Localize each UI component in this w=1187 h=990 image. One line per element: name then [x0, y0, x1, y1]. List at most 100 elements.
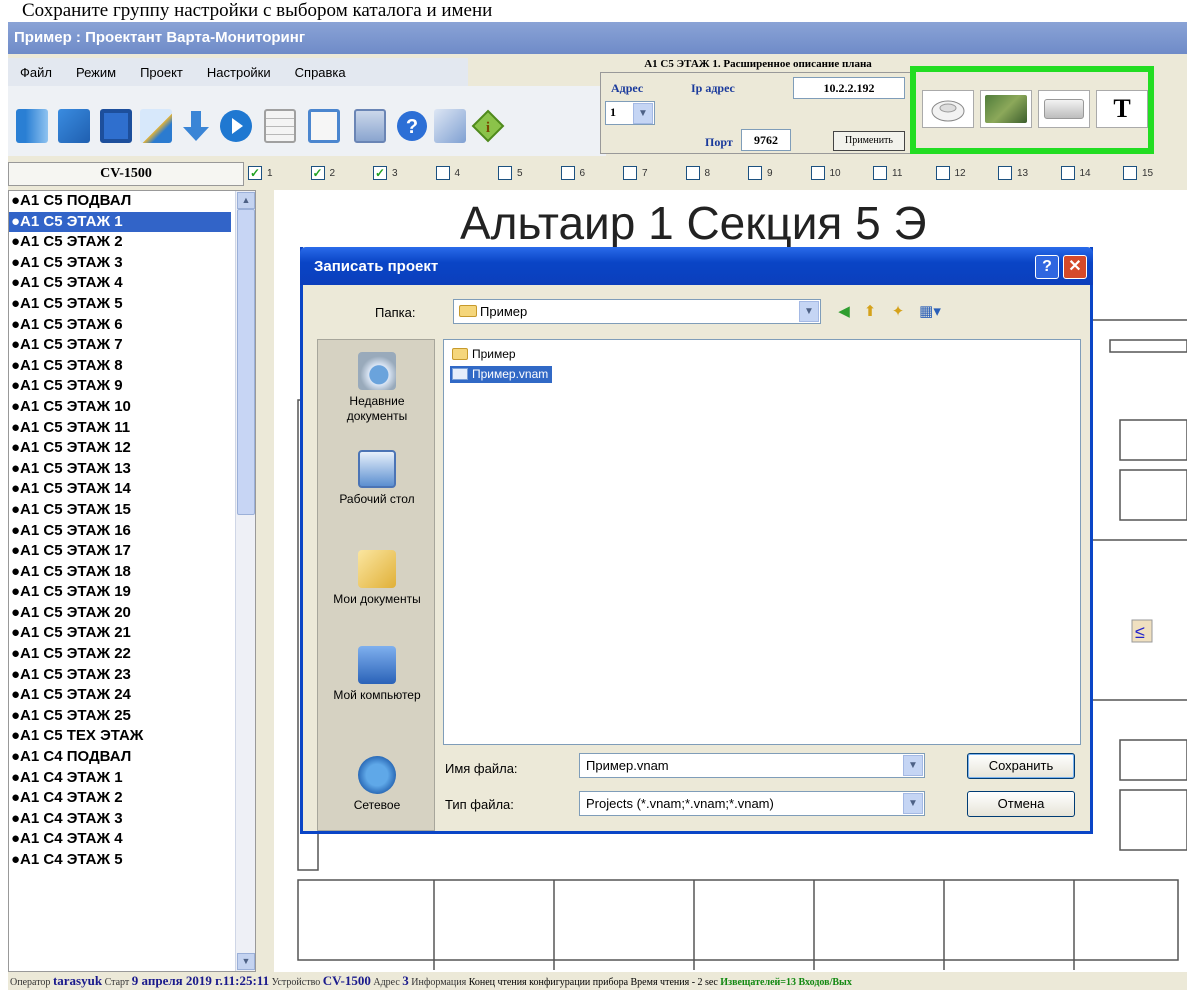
place-desktop[interactable]: Рабочий стол	[318, 450, 436, 507]
floor-item[interactable]: ●А1 С5 ЭТАЖ 11	[9, 418, 255, 439]
checkbox-box[interactable]	[810, 166, 825, 180]
floor-item[interactable]: ●А1 С4 ЭТАЖ 3	[9, 809, 255, 830]
floor-item[interactable]: ●А1 С5 ЭТАЖ 12	[9, 438, 255, 459]
scroll-down-icon[interactable]: ▼	[237, 953, 255, 970]
chevron-down-icon[interactable]: ▼	[799, 301, 819, 322]
ip-field[interactable]: 10.2.2.192	[793, 77, 905, 99]
floor-item[interactable]: ●А1 С5 ЭТАЖ 10	[9, 397, 255, 418]
menu-file[interactable]: Файл	[8, 65, 64, 80]
channel-checkbox[interactable]: ✓ 1	[248, 166, 273, 180]
filetype-select[interactable]: Projects (*.vnam;*.vnam;*.vnam) ▼	[579, 791, 925, 816]
checkbox-box[interactable]	[1060, 166, 1075, 180]
floor-item[interactable]: ●А1 С5 ЭТАЖ 3	[9, 253, 255, 274]
monitor-settings-icon[interactable]	[350, 106, 390, 146]
file-item[interactable]: Пример.vnam	[450, 366, 553, 383]
channel-checkbox[interactable]: 12	[935, 166, 966, 180]
floor-item[interactable]: ●А1 С5 ЭТАЖ 6	[9, 315, 255, 336]
back-icon[interactable]: ◀	[833, 301, 855, 323]
address-select[interactable]: 1 ▼	[605, 101, 655, 125]
new-folder-icon[interactable]: ✦	[887, 301, 909, 323]
channel-checkbox[interactable]: 11	[873, 166, 902, 180]
floor-item[interactable]: ●А1 С5 ЭТАЖ 18	[9, 562, 255, 583]
place-my-computer[interactable]: Мой компьютер	[318, 646, 436, 703]
channel-checkbox[interactable]: 6	[560, 166, 585, 180]
floor-item[interactable]: ●А1 С5 ЭТАЖ 25	[9, 706, 255, 727]
floor-item[interactable]: ●А1 С5 ЭТАЖ 4	[9, 273, 255, 294]
floor-item[interactable]: ●А1 С5 ЭТАЖ 5	[9, 294, 255, 315]
play-icon[interactable]	[216, 106, 256, 146]
checkmark-icon[interactable]: ✓	[248, 166, 262, 180]
download-arrow-icon[interactable]	[176, 106, 216, 146]
floor-item[interactable]: ●А1 С5 ЭТАЖ 9	[9, 376, 255, 397]
floor-item[interactable]: ●А1 С5 ЭТАЖ 21	[9, 623, 255, 644]
network-computer-icon[interactable]	[430, 106, 470, 146]
channel-checkbox[interactable]: 7	[623, 166, 648, 180]
floor-item[interactable]: ●А1 С5 ПОДВАЛ	[9, 191, 255, 212]
place-network[interactable]: Сетевое	[318, 756, 436, 813]
floor-item[interactable]: ●А1 С5 ЭТАЖ 19	[9, 582, 255, 603]
edit-pencil-icon[interactable]	[136, 106, 176, 146]
checkbox-box[interactable]	[1123, 166, 1137, 180]
scroll-up-icon[interactable]: ▲	[237, 192, 255, 209]
checkbox-box[interactable]	[873, 166, 887, 180]
module-icon[interactable]	[1038, 90, 1090, 128]
channel-checkbox[interactable]: 4	[435, 166, 460, 180]
table-icon[interactable]	[260, 106, 300, 146]
clipboard-icon[interactable]	[304, 106, 344, 146]
checkbox-box[interactable]	[935, 166, 950, 180]
place-recent[interactable]: Недавние документы	[318, 352, 436, 424]
apply-button[interactable]: Применить	[833, 131, 905, 151]
control-board-icon[interactable]	[980, 90, 1032, 128]
floor-item[interactable]: ●А1 С5 ЭТАЖ 1	[9, 211, 231, 233]
channel-checkbox[interactable]: ✓ 3	[373, 166, 398, 180]
folder-select[interactable]: Пример ▼	[453, 299, 821, 324]
channel-checkbox[interactable]: 14	[1060, 166, 1091, 180]
save-disk-icon[interactable]	[96, 106, 136, 146]
checkbox-box[interactable]	[560, 166, 575, 180]
floor-item[interactable]: ●А1 С4 ЭТАЖ 2	[9, 788, 255, 809]
checkbox-box[interactable]	[748, 166, 762, 180]
open-pages-icon[interactable]	[54, 106, 94, 146]
new-document-icon[interactable]	[12, 106, 52, 146]
chevron-down-icon[interactable]: ▼	[903, 755, 923, 776]
floor-item[interactable]: ●А1 С5 ЭТАЖ 7	[9, 335, 255, 356]
channel-checkbox[interactable]: 5	[498, 166, 523, 180]
checkbox-box[interactable]	[498, 166, 512, 180]
floor-item[interactable]: ●А1 С5 ЭТАЖ 15	[9, 500, 255, 521]
floor-item[interactable]: ●А1 С5 ЭТАЖ 8	[9, 356, 255, 377]
checkbox-box[interactable]	[998, 166, 1012, 180]
floor-item[interactable]: ●А1 С5 ЭТАЖ 22	[9, 644, 255, 665]
floor-item[interactable]: ●А1 С4 ПОДВАЛ	[9, 747, 255, 768]
port-field[interactable]: 9762	[741, 129, 791, 151]
view-menu-icon[interactable]: ▦▾	[915, 301, 945, 323]
channel-checkbox[interactable]: 8	[685, 166, 710, 180]
checkmark-icon[interactable]: ✓	[310, 166, 325, 180]
chevron-down-icon[interactable]: ▼	[903, 793, 923, 814]
channel-checkbox[interactable]: 9	[748, 166, 773, 180]
floor-item[interactable]: ●А1 С5 ЭТАЖ 13	[9, 459, 255, 480]
place-my-documents[interactable]: Мои документы	[318, 550, 436, 607]
checkbox-box[interactable]	[435, 166, 450, 180]
channel-checkbox[interactable]: 15	[1123, 166, 1153, 180]
save-button[interactable]: Сохранить	[967, 753, 1075, 779]
floor-item[interactable]: ●А1 С4 ЭТАЖ 1	[9, 768, 255, 789]
menu-project[interactable]: Проект	[128, 65, 195, 80]
floor-item[interactable]: ●А1 С4 ЭТАЖ 4	[9, 829, 255, 850]
floor-item[interactable]: ●А1 С5 ТЕХ ЭТАЖ	[9, 726, 255, 747]
folder-item[interactable]: Пример	[450, 346, 520, 363]
scroll-thumb[interactable]	[237, 209, 255, 515]
floor-item[interactable]: ●А1 С5 ЭТАЖ 23	[9, 665, 255, 686]
file-list[interactable]: Пример Пример.vnam	[443, 339, 1081, 745]
scrollbar[interactable]: ▲ ▼	[235, 191, 255, 971]
menu-settings[interactable]: Настройки	[195, 65, 283, 80]
help-icon[interactable]: ?	[1035, 255, 1059, 279]
floor-item[interactable]: ●А1 С5 ЭТАЖ 20	[9, 603, 255, 624]
floor-item[interactable]: ●А1 С5 ЭТАЖ 2	[9, 232, 255, 253]
checkbox-box[interactable]	[623, 166, 637, 180]
channel-checkbox[interactable]: 10	[810, 166, 841, 180]
channel-checkbox[interactable]: ✓ 2	[310, 166, 335, 180]
cancel-button[interactable]: Отмена	[967, 791, 1075, 817]
filename-input[interactable]: Пример.vnam ▼	[579, 753, 925, 778]
info-diamond-icon[interactable]: i	[468, 106, 508, 146]
floor-list[interactable]: ●А1 С5 ПОДВАЛ ●А1 С5 ЭТАЖ 1 ●А1 С5 ЭТАЖ 2 ●…	[8, 190, 256, 972]
